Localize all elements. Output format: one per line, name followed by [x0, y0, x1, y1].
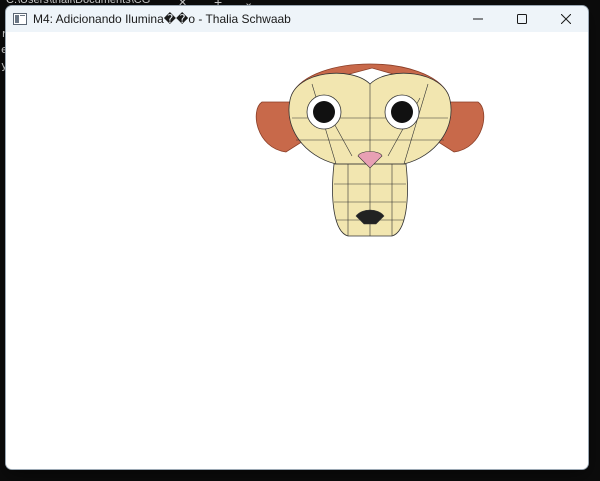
- right-eye-pupil: [391, 101, 413, 123]
- window-titlebar[interactable]: M4: Adicionando Ilumina��o - Thalia Schw…: [6, 6, 588, 32]
- opengl-window: M4: Adicionando Ilumina��o - Thalia Schw…: [6, 6, 588, 469]
- minimize-icon: [473, 18, 483, 20]
- left-eye-pupil: [313, 101, 335, 123]
- maximize-button[interactable]: [500, 6, 544, 32]
- app-window-icon: [13, 13, 27, 25]
- close-button[interactable]: [544, 6, 588, 32]
- minimize-button[interactable]: [456, 6, 500, 32]
- render-canvas[interactable]: [6, 32, 588, 469]
- window-title: M4: Adicionando Ilumina��o - Thalia Schw…: [33, 12, 291, 26]
- maximize-icon: [517, 14, 527, 24]
- window-controls: [456, 6, 588, 32]
- monkey-head-model: [255, 63, 485, 237]
- close-icon: [561, 14, 571, 24]
